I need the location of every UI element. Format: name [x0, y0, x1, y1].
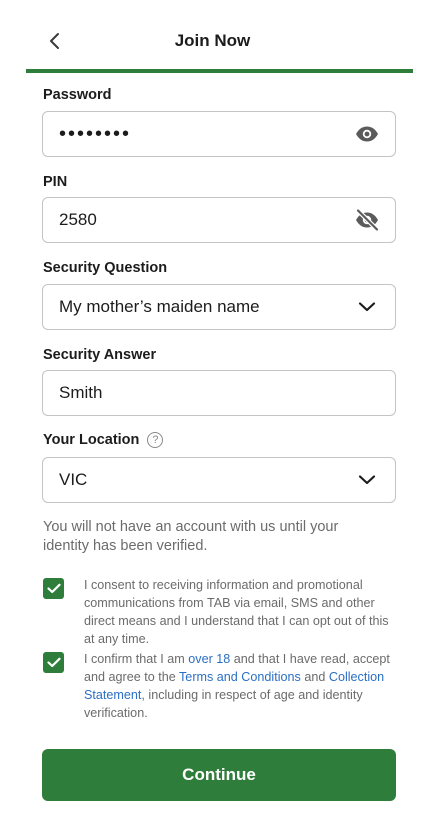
checkmark-icon [46, 583, 61, 594]
help-icon[interactable]: ? [147, 432, 164, 448]
marketing-consent-row: I consent to receiving information and p… [43, 576, 393, 648]
chevron-down-icon [353, 293, 381, 321]
over-18-link[interactable]: over 18 [188, 652, 230, 666]
confirm-text-part3: and [300, 670, 329, 684]
checkmark-icon [46, 657, 61, 668]
terms-confirm-text: I confirm that I am over 18 and that I h… [84, 650, 393, 722]
terms-link[interactable]: Terms and Conditions [179, 670, 301, 684]
pin-value: 2580 [59, 210, 97, 229]
location-label: Your Location ? [43, 432, 164, 448]
security-answer-field[interactable]: Smith [42, 370, 396, 416]
password-field[interactable]: •••••••• [42, 111, 396, 157]
security-answer-label: Security Answer [43, 347, 157, 363]
pin-label: PIN [43, 174, 68, 190]
marketing-consent-text: I consent to receiving information and p… [84, 578, 389, 646]
password-value: •••••••• [59, 123, 132, 145]
location-select[interactable]: VIC [42, 457, 396, 503]
eye-icon [356, 126, 378, 142]
progress-bar [26, 69, 413, 73]
security-question-label: Security Question [43, 260, 168, 276]
header: Join Now [0, 0, 425, 73]
security-question-value: My mother’s maiden name [59, 297, 260, 316]
marketing-consent-checkbox[interactable] [43, 578, 64, 599]
show-password-button[interactable] [353, 120, 381, 148]
pin-field[interactable]: 2580 [42, 197, 396, 243]
hide-pin-button[interactable] [353, 206, 381, 234]
terms-confirm-row: I confirm that I am over 18 and that I h… [43, 650, 393, 722]
eye-off-icon [355, 208, 380, 232]
verification-notice: You will not have an account with us unt… [43, 519, 339, 554]
confirm-text-part1: I confirm that I am [84, 652, 189, 666]
chevron-down-icon [353, 466, 381, 494]
password-label: Password [43, 87, 112, 103]
page-title: Join Now [174, 31, 251, 50]
continue-button[interactable]: Continue [42, 749, 396, 801]
terms-confirm-checkbox[interactable] [43, 652, 64, 673]
security-answer-value: Smith [59, 383, 103, 402]
location-label-text: Your Location [43, 432, 140, 448]
location-value: VIC [59, 470, 88, 489]
security-question-select[interactable]: My mother’s maiden name [42, 284, 396, 330]
